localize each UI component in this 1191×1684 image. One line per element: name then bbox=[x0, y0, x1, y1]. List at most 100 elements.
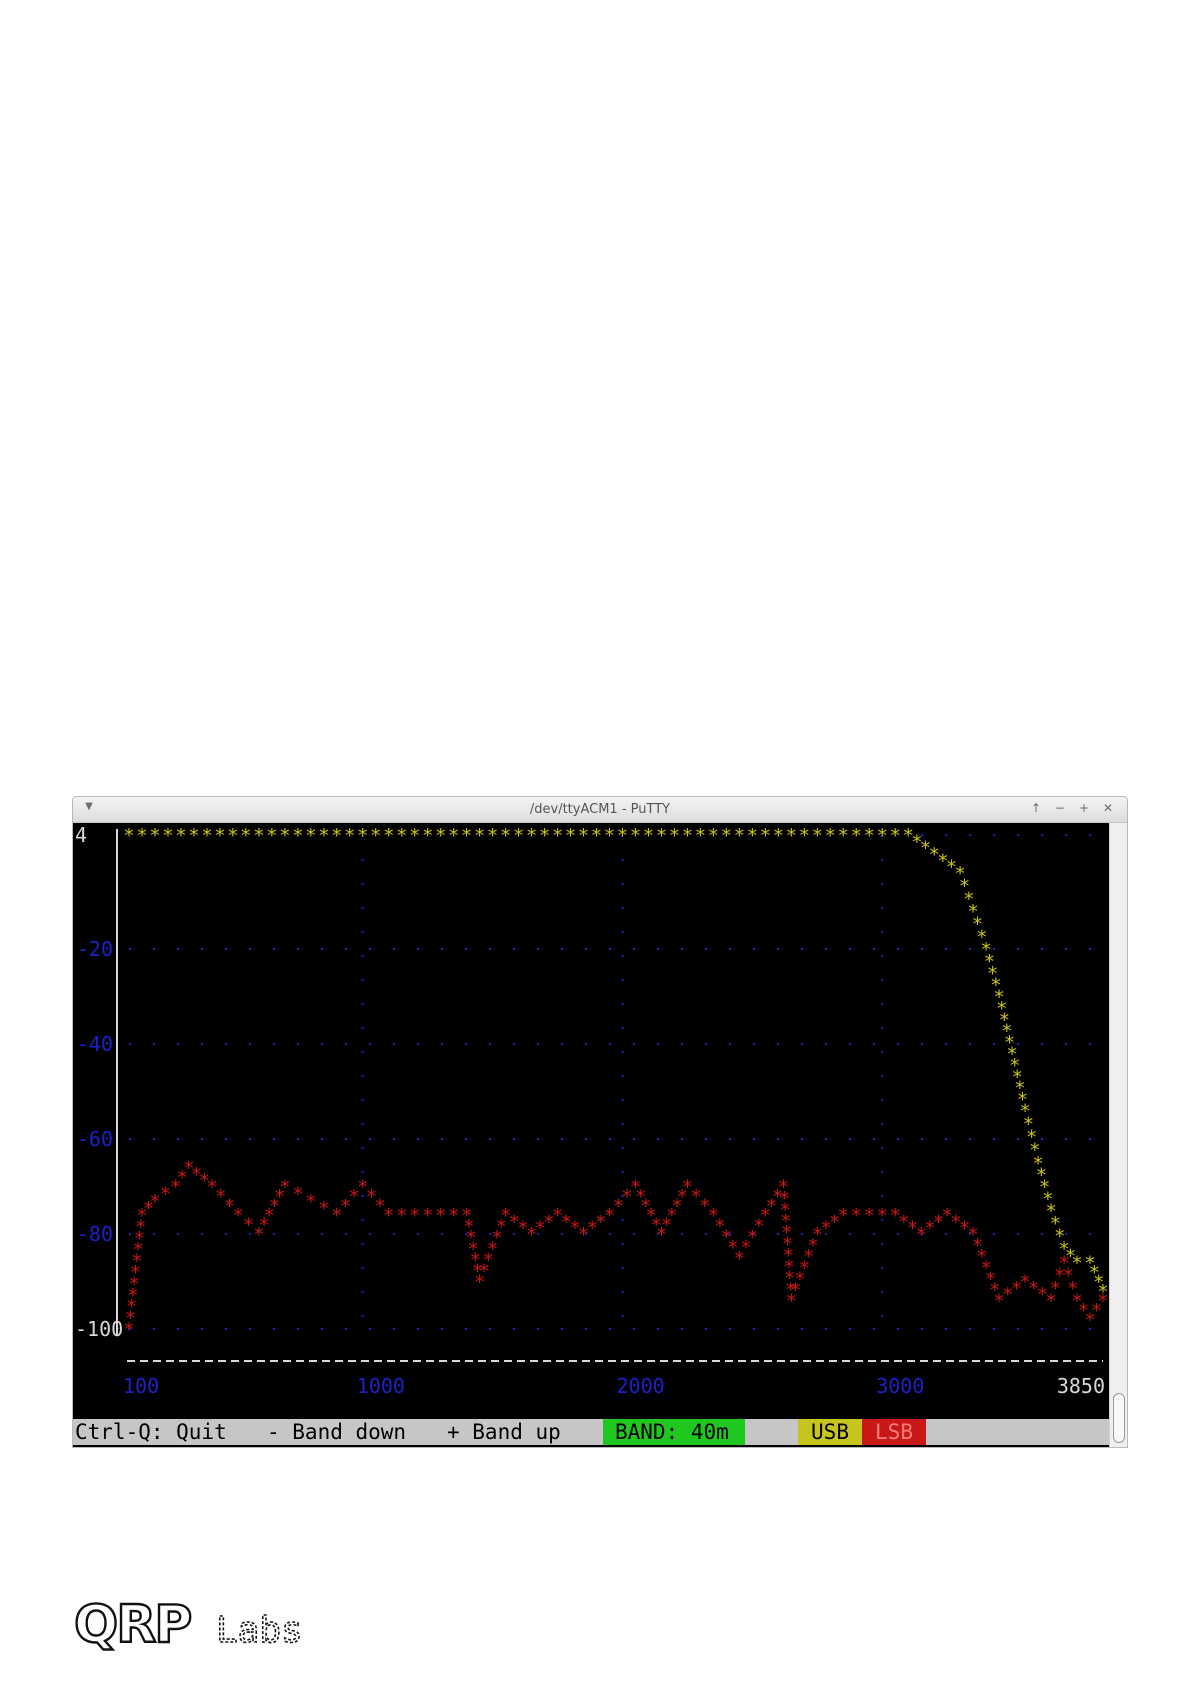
terminal-area[interactable]: 4 -20 -40 -60 -80 -100 100 1000 2000 3000 3850 * * * *… bbox=[73, 823, 1109, 1447]
usb-point: * bbox=[318, 825, 329, 847]
usb-point: * bbox=[435, 825, 446, 847]
usb-point: * bbox=[149, 825, 160, 847]
usb-point: * bbox=[240, 825, 251, 847]
usb-point: * bbox=[266, 825, 277, 847]
usb-point: * bbox=[799, 825, 810, 847]
logo-sub: Labs bbox=[216, 1610, 303, 1651]
lsb-point: * bbox=[435, 1205, 446, 1227]
usb-point: * bbox=[760, 825, 771, 847]
usb-point: * bbox=[617, 825, 628, 847]
title-bar[interactable]: ▼ /dev/ttyACM1 - PuTTY ↑ − + ✕ bbox=[73, 797, 1127, 823]
usb-point: * bbox=[526, 825, 537, 847]
quit-hint: Ctrl-Q: Quit bbox=[75, 1420, 227, 1444]
lsb-point: * bbox=[318, 1198, 329, 1220]
lsb-point: * bbox=[448, 1205, 459, 1227]
usb-point: * bbox=[487, 825, 498, 847]
spectrum-plot: 4-20-40-60-80-100100 1000 2000 3000 3850* * * *… bbox=[75, 823, 1109, 1398]
usb-point: * bbox=[383, 825, 394, 847]
usb-point: * bbox=[656, 825, 667, 847]
y-tick-label: -20 bbox=[77, 937, 113, 961]
usb-point: * bbox=[123, 825, 134, 847]
lsb-point: * bbox=[409, 1205, 420, 1227]
usb-point: * bbox=[552, 825, 563, 847]
usb-point: * bbox=[812, 825, 823, 847]
window-title: /dev/ttyACM1 - PuTTY bbox=[529, 802, 671, 817]
band-up-hint: + Band up bbox=[447, 1420, 561, 1444]
lsb-indicator: LSB bbox=[862, 1419, 926, 1445]
x-tick-label: 100 bbox=[123, 1374, 159, 1398]
minimize-icon[interactable]: − bbox=[1052, 801, 1068, 815]
usb-point: * bbox=[357, 825, 368, 847]
close-icon[interactable]: ✕ bbox=[1100, 801, 1116, 815]
lsb-point: * bbox=[383, 1205, 394, 1227]
usb-point: * bbox=[344, 825, 355, 847]
lsb-point: * bbox=[851, 1205, 862, 1227]
maximize-icon[interactable]: + bbox=[1076, 801, 1092, 815]
usb-point: * bbox=[669, 825, 680, 847]
usb-point: * bbox=[786, 825, 797, 847]
usb-point: * bbox=[708, 825, 719, 847]
usb-point: * bbox=[305, 825, 316, 847]
usb-indicator: USB bbox=[798, 1419, 862, 1445]
usb-point: * bbox=[175, 825, 186, 847]
y-tick-label: 4 bbox=[75, 823, 87, 847]
usb-point: * bbox=[851, 825, 862, 847]
usb-point: * bbox=[773, 825, 784, 847]
scroll-up-icon[interactable]: ↑ bbox=[1028, 801, 1044, 815]
putty-window: ▼ /dev/ttyACM1 - PuTTY ↑ − + ✕ 4 -20 -40 -6… bbox=[72, 796, 1128, 1448]
usb-point: * bbox=[643, 825, 654, 847]
usb-point: * bbox=[864, 825, 875, 847]
lsb-point: * bbox=[292, 1184, 303, 1206]
usb-point: * bbox=[747, 825, 758, 847]
usb-point: * bbox=[877, 825, 888, 847]
usb-point: * bbox=[292, 825, 303, 847]
scrollbar-thumb[interactable] bbox=[1113, 1393, 1125, 1443]
usb-point: * bbox=[448, 825, 459, 847]
usb-point: * bbox=[422, 825, 433, 847]
lsb-point: * bbox=[305, 1191, 316, 1213]
usb-point: * bbox=[188, 825, 199, 847]
lsb-point: * bbox=[396, 1205, 407, 1227]
x-tick-label: 3850 bbox=[1057, 1374, 1105, 1398]
x-tick-label: 2000 bbox=[616, 1374, 664, 1398]
usb-point: * bbox=[331, 825, 342, 847]
lsb-point: * bbox=[877, 1205, 888, 1227]
usb-point: * bbox=[201, 825, 212, 847]
usb-point: * bbox=[695, 825, 706, 847]
band-indicator: BAND: 40m bbox=[603, 1419, 745, 1445]
lsb-point: * bbox=[838, 1205, 849, 1227]
usb-point: * bbox=[838, 825, 849, 847]
usb-point: * bbox=[721, 825, 732, 847]
vertical-scrollbar[interactable] bbox=[1109, 823, 1127, 1447]
usb-point: * bbox=[461, 825, 472, 847]
qrp-labs-logo-graphic: QRP Labs bbox=[73, 1594, 304, 1656]
usb-point: * bbox=[279, 825, 290, 847]
usb-point: * bbox=[513, 825, 524, 847]
usb-point: * bbox=[396, 825, 407, 847]
usb-point: * bbox=[889, 825, 900, 847]
usb-point: * bbox=[825, 825, 836, 847]
lsb-point: * bbox=[864, 1205, 875, 1227]
x-tick-label: 1000 bbox=[357, 1374, 405, 1398]
usb-point: * bbox=[162, 825, 173, 847]
band-down-hint: - Band down bbox=[267, 1420, 407, 1444]
usb-point: * bbox=[370, 825, 381, 847]
usb-point: * bbox=[253, 825, 264, 847]
lsb-point: * bbox=[422, 1205, 433, 1227]
y-tick-label: -80 bbox=[77, 1222, 113, 1246]
qrp-labs-logo: QRP Labs bbox=[73, 1594, 334, 1662]
usb-point: * bbox=[409, 825, 420, 847]
usb-point: * bbox=[591, 825, 602, 847]
usb-point: * bbox=[565, 825, 576, 847]
y-tick-label: -60 bbox=[77, 1127, 113, 1151]
usb-point: * bbox=[630, 825, 641, 847]
usb-point: * bbox=[214, 825, 225, 847]
y-tick-label: -100 bbox=[75, 1317, 123, 1341]
usb-point: * bbox=[500, 825, 511, 847]
logo-brand: QRP bbox=[74, 1598, 190, 1655]
y-tick-label: -40 bbox=[77, 1032, 113, 1056]
usb-point: * bbox=[474, 825, 485, 847]
status-bar: Ctrl-Q: Quit - Band down + Band up BAND:… bbox=[73, 1419, 1109, 1445]
lsb-point: * bbox=[1097, 1291, 1108, 1313]
usb-point: * bbox=[682, 825, 693, 847]
